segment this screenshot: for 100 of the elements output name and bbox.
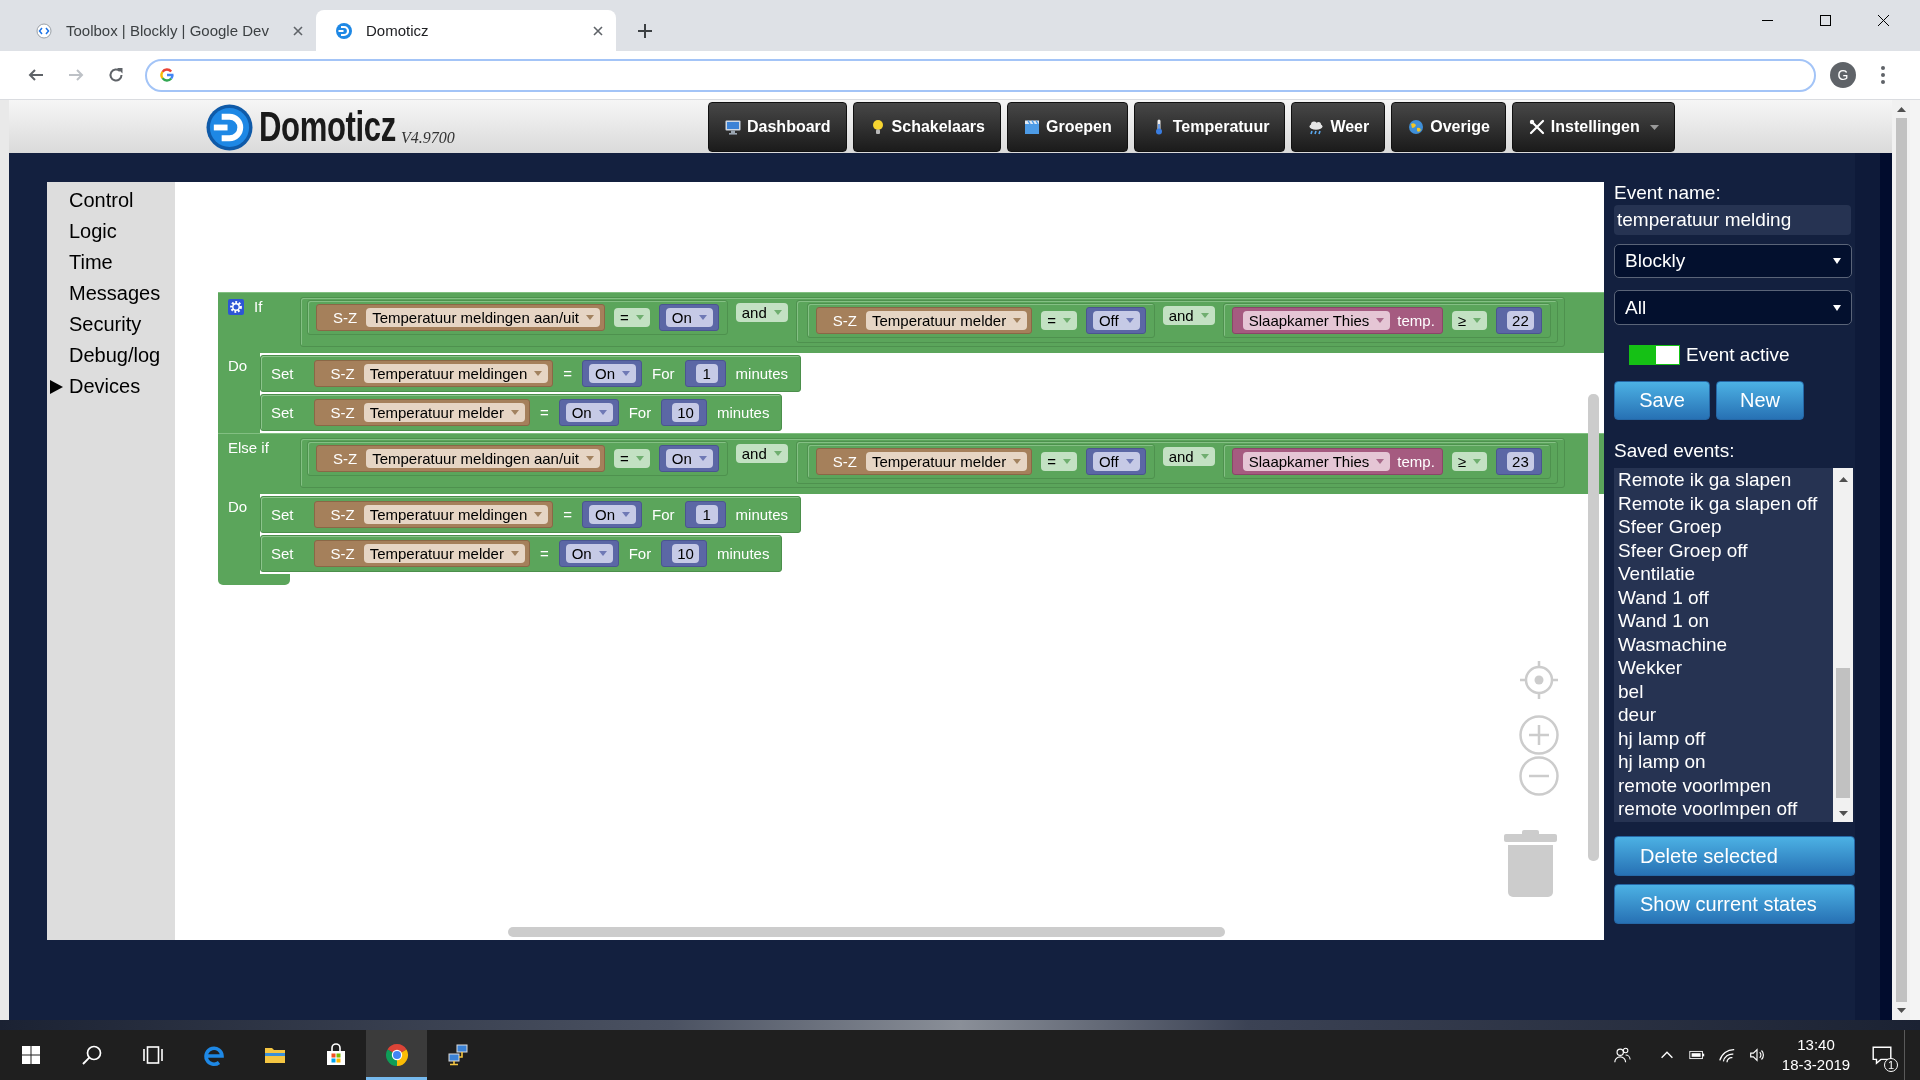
number-field[interactable]: 1: [695, 505, 718, 524]
page-scrollbar[interactable]: [1892, 100, 1910, 1020]
saved-event-item[interactable]: Wasmachine: [1618, 632, 1833, 656]
value-dropdown[interactable]: Off: [1092, 452, 1140, 471]
saved-event-item[interactable]: Remote ik ga slapen off: [1618, 491, 1833, 515]
value-dropdown[interactable]: On: [565, 403, 613, 422]
scrollbar-thumb[interactable]: [1836, 668, 1850, 798]
saved-event-item[interactable]: Wand 1 on: [1618, 609, 1833, 633]
logo-icon[interactable]: [206, 103, 253, 151]
value-dropdown[interactable]: On: [565, 544, 613, 563]
toolbox-category[interactable]: Debug/log: [47, 340, 175, 371]
scroll-up-icon[interactable]: [1896, 107, 1906, 112]
device-dropdown[interactable]: Slaapkamer Thies: [1242, 311, 1391, 330]
active-toggle[interactable]: [1629, 345, 1680, 365]
number-field[interactable]: 10: [672, 544, 699, 563]
scroll-up-icon[interactable]: [1838, 477, 1848, 482]
saved-event-item[interactable]: bel: [1618, 679, 1833, 703]
browser-tab[interactable]: Domoticz: [316, 10, 616, 51]
value-dropdown[interactable]: On: [589, 505, 637, 524]
device-dropdown[interactable]: Slaapkamer Thies: [1242, 452, 1391, 471]
nav-button[interactable]: Dashboard: [708, 102, 847, 152]
nav-button[interactable]: Instellingen: [1511, 102, 1675, 152]
scrollbar-thumb[interactable]: [1895, 118, 1907, 1002]
dropdown-arrow-icon: [635, 315, 644, 320]
people-icon[interactable]: [1613, 1046, 1631, 1064]
value-dropdown[interactable]: On: [665, 308, 713, 327]
device-dropdown[interactable]: Temperatuur meldingen: [363, 364, 549, 383]
clock[interactable]: 13:40 18-3-2019: [1772, 1030, 1860, 1080]
value-dropdown[interactable]: Off: [1092, 311, 1140, 330]
saved-events-label: Saved events:: [1614, 440, 1735, 462]
block-label: Set: [271, 403, 294, 422]
saved-event-item[interactable]: Ventilatie: [1618, 562, 1833, 586]
notifications-button[interactable]: 1: [1860, 1030, 1904, 1080]
saved-event-item[interactable]: Wand 1 off: [1618, 585, 1833, 609]
device-dropdown[interactable]: Temperatuur melder: [363, 544, 525, 563]
scroll-down-icon[interactable]: [1838, 811, 1848, 816]
operator-dropdown[interactable]: =: [613, 449, 650, 468]
saved-event-item[interactable]: Sfeer Groep off: [1618, 538, 1833, 562]
scroll-down-icon[interactable]: [1896, 1008, 1906, 1013]
toolbox-category[interactable]: Time: [47, 247, 175, 278]
wifi-icon[interactable]: [1718, 1046, 1736, 1064]
block-label: Set: [271, 505, 294, 524]
close-icon[interactable]: [1877, 14, 1889, 26]
toolbox-category[interactable]: Security: [47, 309, 175, 340]
number-field[interactable]: 1: [695, 364, 718, 383]
nav-button[interactable]: Groepen: [1007, 102, 1128, 152]
saved-event-item[interactable]: Remote ik ga slapen: [1618, 468, 1833, 492]
operator-dropdown[interactable]: and: [1162, 306, 1215, 325]
operator-dropdown[interactable]: =: [613, 308, 650, 327]
maximize-icon[interactable]: [1819, 14, 1831, 26]
number-field[interactable]: 23: [1507, 452, 1534, 471]
gear-icon[interactable]: [228, 299, 244, 315]
event-name-field[interactable]: temperatuur melding: [1614, 205, 1851, 235]
operator-dropdown[interactable]: ≥: [1451, 452, 1488, 471]
device-dropdown[interactable]: Temperatuur meldingen aan/uit: [366, 308, 600, 327]
event-type-select[interactable]: Blockly: [1614, 244, 1852, 278]
device-dropdown[interactable]: Temperatuur meldingen: [363, 505, 549, 524]
saved-event-item[interactable]: hj lamp off: [1618, 726, 1833, 750]
operator-dropdown[interactable]: =: [1041, 452, 1077, 471]
toolbox-category[interactable]: Messages: [47, 278, 175, 309]
saved-event-item[interactable]: Sfeer Groep: [1618, 515, 1833, 539]
taskbar-app[interactable]: [366, 1030, 427, 1080]
nav-button[interactable]: Weer: [1291, 102, 1386, 152]
scrollbar-thumb[interactable]: [508, 927, 1225, 937]
value-dropdown[interactable]: On: [665, 449, 713, 468]
saved-event-item[interactable]: Wekker: [1618, 656, 1833, 680]
address-field[interactable]: [145, 58, 1816, 92]
scrollbar-thumb[interactable]: [1588, 394, 1599, 861]
saved-event-item[interactable]: remote voorlmpen: [1618, 773, 1833, 797]
block-label: If: [254, 298, 263, 316]
operator-dropdown[interactable]: ≥: [1451, 311, 1488, 330]
browser-tab[interactable]: Toolbox | Blockly | Google Dev: [16, 10, 316, 51]
operator-dropdown[interactable]: =: [1041, 311, 1077, 330]
filter-select[interactable]: All: [1614, 290, 1852, 325]
number-field[interactable]: 22: [1507, 311, 1534, 330]
saved-event-item[interactable]: deur: [1618, 703, 1833, 727]
operator-dropdown[interactable]: and: [1162, 447, 1215, 466]
device-dropdown[interactable]: Temperatuur melder: [363, 403, 525, 422]
toolbox-category[interactable]: Devices: [47, 371, 175, 402]
toolbox-category[interactable]: Logic: [47, 216, 175, 247]
operator-dropdown[interactable]: and: [735, 303, 788, 322]
toolbox-category[interactable]: Control: [47, 185, 175, 216]
dropdown-arrow-icon: [1200, 313, 1209, 318]
nav-button[interactable]: Overige: [1391, 102, 1506, 152]
nav-button[interactable]: Temperatuur: [1133, 102, 1286, 152]
logo-text: Domoticz: [259, 104, 396, 150]
saved-event-item[interactable]: remote voorlmpen off: [1618, 797, 1833, 821]
operator-dropdown[interactable]: and: [735, 444, 788, 463]
number-field[interactable]: 10: [672, 403, 699, 422]
device-dropdown[interactable]: Temperatuur melder: [865, 452, 1028, 471]
saved-event-item[interactable]: hj lamp on: [1618, 750, 1833, 774]
list-scrollbar[interactable]: [1833, 468, 1853, 822]
expand-triangle-icon[interactable]: [50, 379, 63, 394]
profile-avatar[interactable]: G: [1830, 62, 1856, 88]
nav-button[interactable]: Schakelaars: [852, 102, 1001, 152]
device-dropdown[interactable]: Temperatuur meldingen aan/uit: [366, 449, 600, 468]
device-dropdown[interactable]: Temperatuur melder: [865, 311, 1028, 330]
value-dropdown[interactable]: On: [589, 364, 637, 383]
task-view-icon[interactable]: [140, 1043, 165, 1067]
speaker-icon[interactable]: [1748, 1046, 1766, 1064]
